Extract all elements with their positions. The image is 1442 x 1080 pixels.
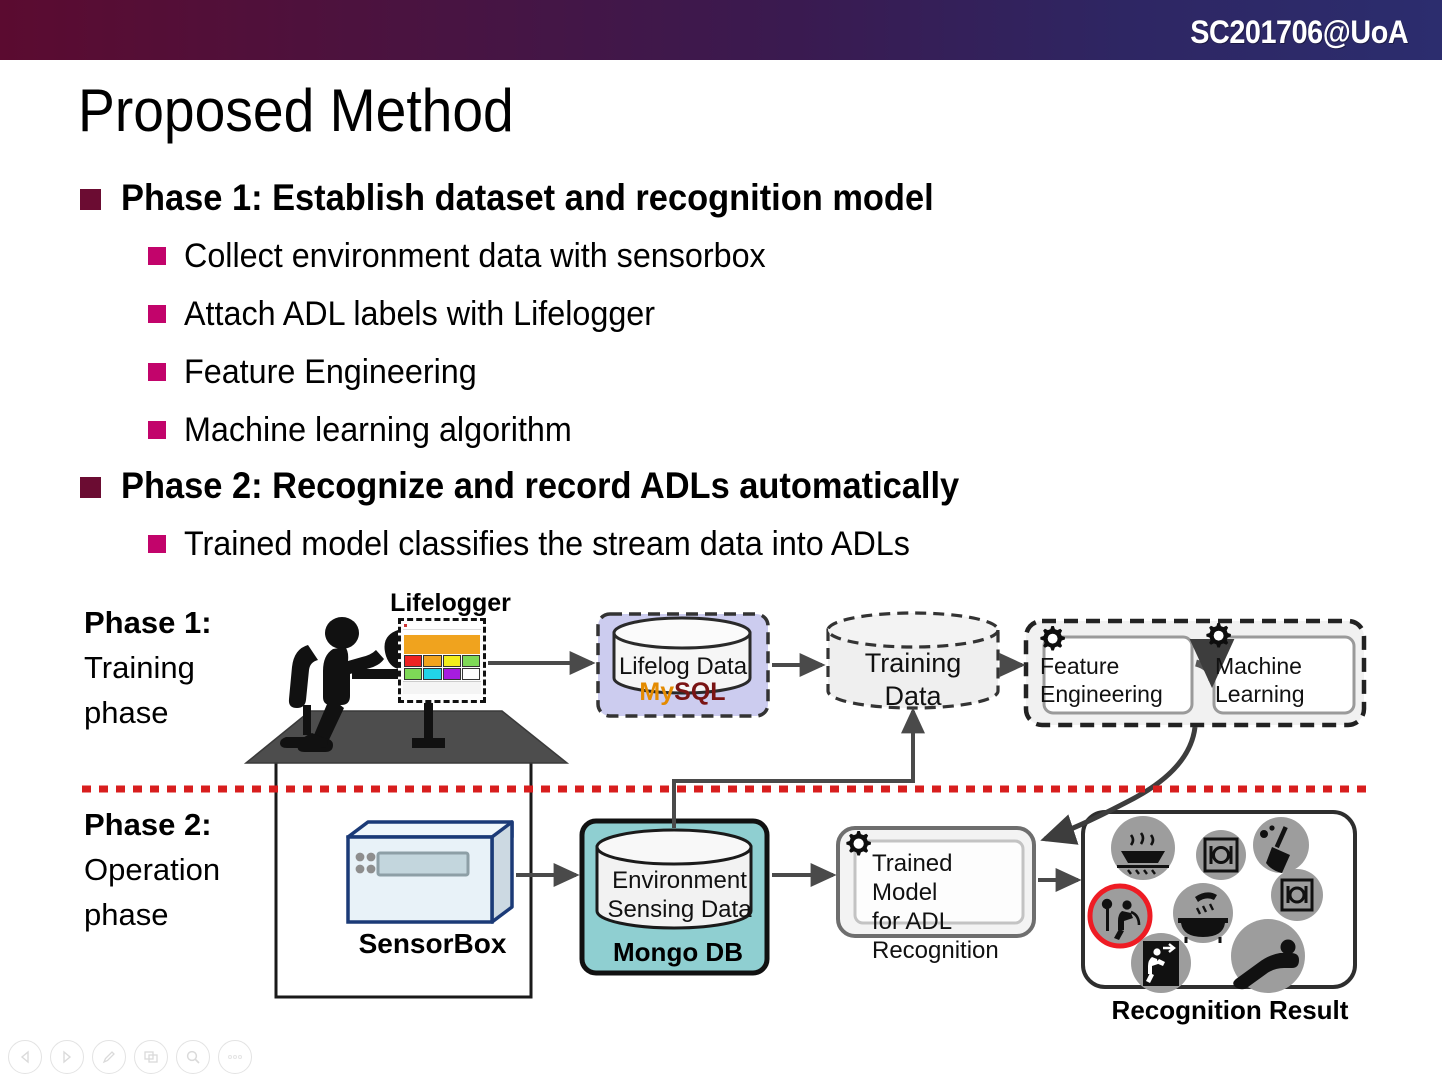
bullet-p2-item-0-label: Trained model classifies the stream data… <box>184 525 910 563</box>
lifelogger-btn-4 <box>404 668 423 680</box>
lifelog-data-label: Lifelog Data <box>618 653 748 680</box>
dining-icon-2 <box>1271 869 1323 921</box>
next-slide-button[interactable] <box>50 1040 84 1074</box>
lifelogger-btn-1 <box>423 655 442 667</box>
lifelogger-btn-5 <box>423 668 442 680</box>
bullet-square-level2-icon <box>148 305 166 323</box>
phase1-diagram-label: Phase 1: Training phase <box>84 600 212 735</box>
mongodb-caption: Mongo DB <box>613 937 743 967</box>
bullet-phase1-label: Phase 1: Establish dataset and recogniti… <box>121 177 934 218</box>
pen-tool-button[interactable] <box>92 1040 126 1074</box>
architecture-diagram: Phase 1: Training phase Phase 2: Operatio… <box>0 585 1442 1035</box>
bullet-p1-item-3: Machine learning algorithm <box>148 410 592 450</box>
lifelogger-banner <box>404 635 480 654</box>
more-options-button[interactable] <box>218 1040 252 1074</box>
conference-badge: SC201706@UoA <box>1190 14 1408 50</box>
phase2-label-rest: Operation phase <box>84 852 221 932</box>
slide-header-bar: SC201706@UoA <box>0 0 1442 60</box>
bullet-square-level1-icon <box>80 189 101 210</box>
bullet-p1-item-2-label: Feature Engineering <box>184 353 477 391</box>
phase2-diagram-label: Phase 2: Operation phase <box>84 802 220 937</box>
bullet-p1-item-1-label: Attach ADL labels with Lifelogger <box>184 295 656 333</box>
lifelogger-btn-0 <box>404 655 423 667</box>
lifelogger-btn-7 <box>461 668 480 680</box>
bullet-p1-item-1: Attach ADL labels with Lifelogger <box>148 294 680 334</box>
sensorbox-icon <box>346 820 514 924</box>
bullet-square-level2-icon <box>148 363 166 381</box>
feature-engineering-label: Feature Engineering <box>1040 653 1163 707</box>
phase1-label-bold: Phase 1: <box>84 605 212 640</box>
bullet-p2-item-0: Trained model classifies the stream data… <box>148 524 948 564</box>
zoom-tool-button[interactable] <box>176 1040 210 1074</box>
bullet-p1-item-2: Feature Engineering <box>148 352 492 392</box>
bullet-phase2: Phase 2: Recognize and record ADLs autom… <box>80 464 1022 507</box>
lifelogger-caption: Lifelogger <box>390 589 511 617</box>
bullet-p1-item-3-label: Machine learning algorithm <box>184 411 572 449</box>
lifelogger-app-screenshot <box>398 618 486 703</box>
machine-learning-label: Machine Learning <box>1215 653 1305 707</box>
gear-icon <box>846 831 871 856</box>
lifelogger-titlebar <box>403 623 481 630</box>
mysql-caption-my: My <box>639 678 675 706</box>
lifelogger-button-grid <box>404 655 480 680</box>
bullet-p1-item-0-label: Collect environment data with sensorbox <box>184 237 766 275</box>
environment-sensing-label: Environment Sensing Data <box>607 867 752 923</box>
lifelogger-btn-3 <box>461 655 480 667</box>
phase2-label-bold: Phase 2: <box>84 807 212 842</box>
bullet-p1-item-0: Collect environment data with sensorbox <box>148 236 796 276</box>
bullet-square-level2-icon <box>148 535 166 553</box>
recognition-result-panel <box>1081 810 1357 993</box>
page-title: Proposed Method <box>78 77 514 144</box>
recognition-result-caption: Recognition Result <box>1111 995 1349 1025</box>
bullet-phase2-label: Phase 2: Recognize and record ADLs autom… <box>121 465 960 506</box>
slide-overview-button[interactable] <box>134 1040 168 1074</box>
phase1-label-rest: Training phase <box>84 650 195 730</box>
trained-model-label: Trained Model for ADL Recognition <box>872 850 999 964</box>
bullet-square-level1-icon <box>80 477 101 498</box>
sensorbox-caption: SensorBox <box>358 928 507 959</box>
lifelogger-btn-6 <box>442 668 461 680</box>
mysql-caption-sql: SQL <box>674 678 726 706</box>
gear-icon <box>1040 626 1065 651</box>
training-data-label: Training Data <box>864 648 962 711</box>
bullet-square-level2-icon <box>148 421 166 439</box>
lifelogger-subbar <box>403 630 481 634</box>
cooking-icon <box>1111 816 1175 880</box>
bullet-phase1: Phase 1: Establish dataset and recogniti… <box>80 176 995 219</box>
presentation-toolbar[interactable] <box>8 1040 252 1074</box>
gear-icon <box>1206 623 1231 648</box>
prev-slide-button[interactable] <box>8 1040 42 1074</box>
lifelogger-btn-2 <box>442 655 461 667</box>
lifelogger-footer <box>403 681 481 694</box>
mysql-caption: MySQL <box>600 678 765 707</box>
bullet-square-level2-icon <box>148 247 166 265</box>
